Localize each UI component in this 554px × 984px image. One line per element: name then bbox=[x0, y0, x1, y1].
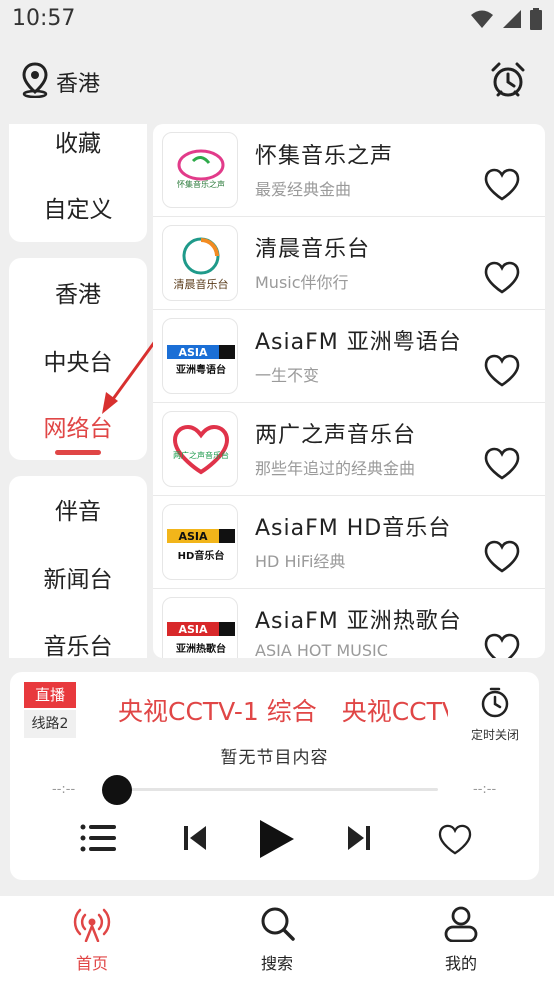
station-row[interactable]: ASIA 亚洲粤语台 AsiaFM 亚洲粤语台 一生不变 bbox=[153, 310, 545, 403]
timer-clock-icon bbox=[481, 687, 509, 718]
tab-search[interactable]: 搜索 bbox=[227, 906, 327, 974]
bottom-tab-bar: 首页 搜索 我的 bbox=[0, 896, 554, 984]
user-icon bbox=[444, 906, 478, 943]
station-name: AsiaFM 亚洲热歌台 bbox=[255, 609, 462, 634]
station-logo: 两广之声音乐台 bbox=[162, 411, 238, 487]
favorite-heart-icon[interactable] bbox=[483, 354, 521, 388]
favorite-current-icon[interactable] bbox=[437, 824, 473, 856]
svg-text:HD音乐台: HD音乐台 bbox=[178, 549, 225, 562]
location-label[interactable]: 香港 bbox=[56, 66, 100, 98]
station-name: 两广之声音乐台 bbox=[255, 423, 417, 448]
location-pin-icon[interactable] bbox=[20, 62, 50, 98]
tab-home-label: 首页 bbox=[75, 954, 108, 973]
station-row[interactable]: ASIA 亚洲热歌台 AsiaFM 亚洲热歌台 ASIA HOT MUSIC bbox=[153, 589, 545, 658]
station-desc: ASIA HOT MUSIC bbox=[255, 641, 388, 658]
station-desc: 最爱经典金曲 bbox=[255, 180, 352, 199]
svg-text:ASIA: ASIA bbox=[178, 346, 208, 359]
progress-knob[interactable] bbox=[102, 775, 132, 805]
category-music[interactable]: 音乐台 bbox=[9, 627, 147, 658]
total-time: --:-- bbox=[473, 782, 497, 797]
status-time: 10:57 bbox=[12, 6, 76, 31]
station-name: AsiaFM 亚洲粤语台 bbox=[255, 330, 462, 355]
broadcast-icon bbox=[73, 908, 111, 943]
top-bar: 香港 bbox=[0, 50, 554, 110]
previous-icon[interactable] bbox=[182, 824, 208, 852]
svg-text:ASIA: ASIA bbox=[178, 623, 208, 636]
station-name: AsiaFM HD音乐台 bbox=[255, 516, 452, 541]
tab-profile-label: 我的 bbox=[444, 954, 477, 973]
progress-track[interactable] bbox=[102, 788, 438, 791]
line-selector[interactable]: 线路2 bbox=[24, 710, 76, 738]
station-logo: 怀集音乐之声 bbox=[162, 132, 238, 208]
playlist-icon[interactable] bbox=[80, 822, 118, 854]
station-logo: ASIA 亚洲热歌台 bbox=[162, 597, 238, 658]
category-hongkong[interactable]: 香港 bbox=[9, 275, 147, 309]
svg-text:清晨音乐台: 清晨音乐台 bbox=[174, 277, 229, 291]
station-desc: Music伴你行 bbox=[255, 273, 349, 292]
favorite-heart-icon[interactable] bbox=[483, 261, 521, 295]
station-name: 清晨音乐台 bbox=[255, 237, 371, 262]
favorite-heart-icon[interactable] bbox=[483, 447, 521, 481]
station-logo: ASIA 亚洲粤语台 bbox=[162, 318, 238, 394]
category-custom[interactable]: 自定义 bbox=[9, 190, 147, 224]
station-logo: 清晨音乐台 bbox=[162, 225, 238, 301]
elapsed-time: --:-- bbox=[52, 782, 76, 797]
next-icon[interactable] bbox=[346, 824, 372, 852]
favorite-heart-icon[interactable] bbox=[483, 168, 521, 202]
category-group-1: 收藏 自定义 bbox=[9, 124, 147, 242]
battery-icon bbox=[530, 8, 542, 30]
category-group-3: 伴音 新闻台 音乐台 bbox=[9, 476, 147, 658]
signal-icon bbox=[503, 10, 521, 28]
svg-text:亚洲粤语台: 亚洲粤语台 bbox=[176, 363, 226, 376]
alarm-clock-icon[interactable] bbox=[488, 60, 528, 100]
status-bar: 10:57 bbox=[0, 0, 554, 40]
category-news[interactable]: 新闻台 bbox=[9, 560, 147, 594]
now-playing-title: 央视CCTV-1 综合 央视CCTV-1 综合 bbox=[118, 697, 448, 726]
play-icon[interactable] bbox=[256, 818, 296, 860]
svg-text:怀集音乐之声: 怀集音乐之声 bbox=[177, 179, 225, 189]
tab-profile[interactable]: 我的 bbox=[411, 906, 511, 974]
program-info: 暂无节目内容 bbox=[220, 748, 329, 768]
station-desc: HD HiFi经典 bbox=[255, 552, 346, 571]
station-row[interactable]: 两广之声音乐台 两广之声音乐台 那些年追过的经典金曲 bbox=[153, 403, 545, 496]
svg-text:ASIA: ASIA bbox=[178, 530, 208, 543]
live-badge: 直播 bbox=[24, 682, 76, 708]
station-list: 怀集音乐之声 怀集音乐之声 最爱经典金曲 清晨音乐台 清晨音乐台 Music伴你… bbox=[153, 124, 545, 658]
sleep-timer-button[interactable]: 定时关闭 bbox=[465, 686, 525, 743]
svg-text:亚洲热歌台: 亚洲热歌台 bbox=[176, 642, 226, 655]
station-name: 怀集音乐之声 bbox=[255, 144, 394, 169]
timer-label: 定时关闭 bbox=[470, 728, 519, 742]
search-icon bbox=[261, 907, 295, 941]
selected-category-indicator bbox=[55, 450, 101, 455]
svg-text:两广之声音乐台: 两广之声音乐台 bbox=[173, 450, 229, 460]
player-panel: 直播 线路2 央视CCTV-1 综合 央视CCTV-1 综合 定时关闭 暂无节目… bbox=[10, 672, 539, 880]
tab-home[interactable]: 首页 bbox=[42, 906, 142, 974]
station-row[interactable]: ASIA HD音乐台 AsiaFM HD音乐台 HD HiFi经典 bbox=[153, 496, 545, 589]
station-row[interactable]: 怀集音乐之声 怀集音乐之声 最爱经典金曲 bbox=[153, 124, 545, 217]
favorite-heart-icon[interactable] bbox=[483, 540, 521, 574]
station-logo: ASIA HD音乐台 bbox=[162, 504, 238, 580]
category-accompany[interactable]: 伴音 bbox=[9, 492, 147, 526]
wifi-icon bbox=[471, 10, 493, 28]
station-desc: 一生不变 bbox=[255, 366, 320, 385]
favorite-heart-icon[interactable] bbox=[483, 633, 521, 658]
station-desc: 那些年追过的经典金曲 bbox=[255, 459, 416, 478]
category-favorites[interactable]: 收藏 bbox=[9, 124, 147, 158]
station-row[interactable]: 清晨音乐台 清晨音乐台 Music伴你行 bbox=[153, 217, 545, 310]
tab-search-label: 搜索 bbox=[260, 954, 293, 973]
